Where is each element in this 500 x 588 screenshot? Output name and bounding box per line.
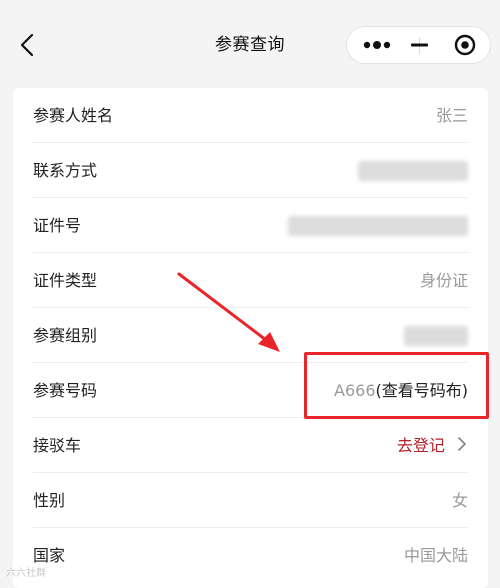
blurred-id-value <box>288 216 468 236</box>
close-button[interactable] <box>447 27 489 63</box>
minus-icon <box>411 43 428 47</box>
row-id-type: 证件类型 身份证 <box>33 253 468 308</box>
field-label: 参赛号码 <box>33 381 98 400</box>
mini-program-capsule <box>346 26 491 64</box>
shuttle-register-link[interactable]: 去登记 <box>397 432 468 456</box>
field-value: 女 <box>451 491 468 510</box>
row-gender: 性别 女 <box>33 473 468 528</box>
blurred-contact-value <box>358 161 468 181</box>
minimize-button[interactable] <box>399 27 439 63</box>
field-label: 接驳车 <box>33 436 82 455</box>
field-label: 联系方式 <box>33 161 98 180</box>
field-value: 身份证 <box>419 271 468 290</box>
more-button[interactable] <box>353 27 401 63</box>
watermark-text: 六六社群 <box>6 568 46 579</box>
field-value: 中国大陆 <box>403 546 468 565</box>
more-dots-icon <box>363 41 391 49</box>
chevron-right-icon <box>458 437 466 451</box>
field-label: 性别 <box>33 491 66 510</box>
row-id-number: 证件号 <box>33 198 468 253</box>
row-name: 参赛人姓名 张三 <box>33 88 468 143</box>
field-label: 参赛人姓名 <box>33 106 114 125</box>
register-label: 去登记 <box>396 436 445 455</box>
target-close-icon <box>454 34 476 56</box>
row-contact: 联系方式 <box>33 143 468 198</box>
field-label: 参赛组别 <box>33 326 98 345</box>
annotation-highlight-box <box>304 352 489 419</box>
field-label: 证件类型 <box>33 271 98 290</box>
field-label: 国家 <box>33 546 66 565</box>
field-value: 张三 <box>435 106 468 125</box>
row-country: 国家 中国大陆 <box>33 528 468 583</box>
row-shuttle: 接驳车 去登记 <box>33 418 468 473</box>
blurred-group-value <box>404 326 468 346</box>
field-label: 证件号 <box>33 216 82 235</box>
info-card: 参赛人姓名 张三 联系方式 证件号 证件类型 身份证 参赛组别 参赛号码 A66… <box>13 88 488 588</box>
nav-bar: 参赛查询 <box>0 0 500 88</box>
